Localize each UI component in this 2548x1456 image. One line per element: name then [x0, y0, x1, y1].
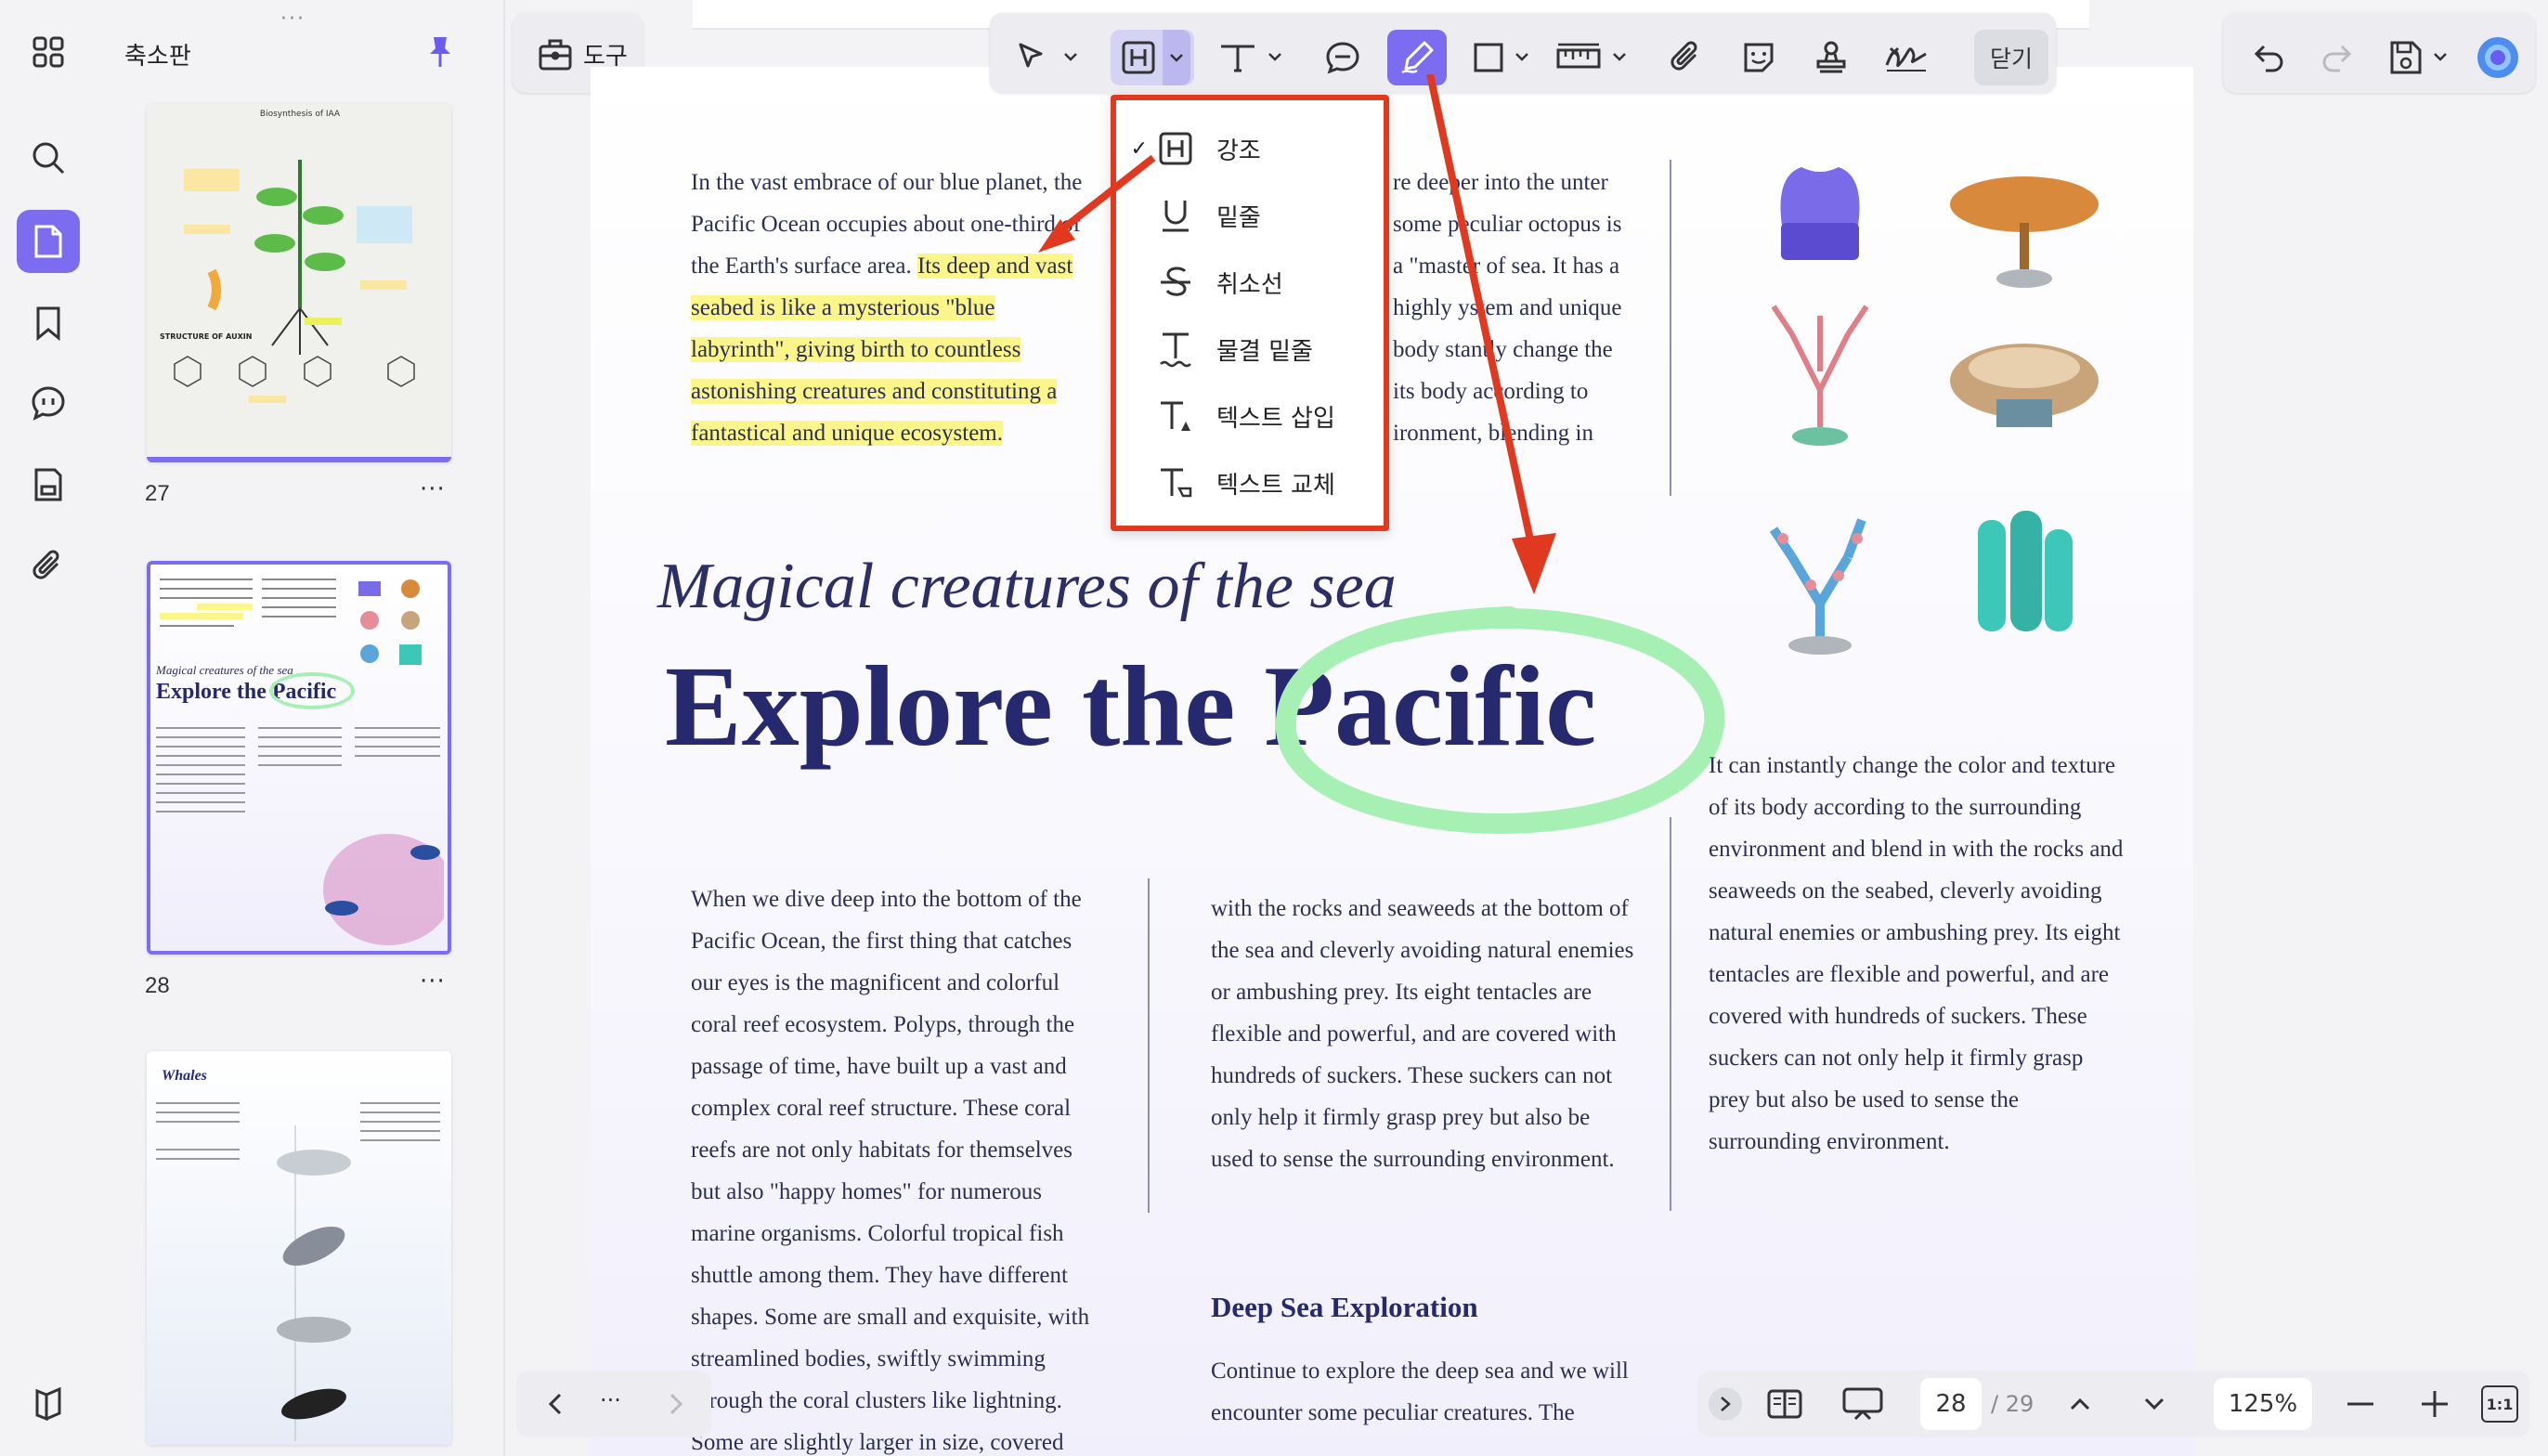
document-actions-toolbar	[2223, 13, 2535, 93]
undo-icon[interactable]	[2242, 30, 2297, 85]
blue-branch-coral	[1769, 518, 1866, 655]
green-ink-circle-annotation[interactable]	[1268, 604, 1733, 841]
expand-toggle-icon[interactable]	[1709, 1387, 1742, 1421]
zoom-in-icon[interactable]	[2414, 1384, 2455, 1424]
mushroom-coral	[1950, 344, 2099, 427]
red-arrow-annotations	[1038, 74, 1556, 594]
presentation-icon[interactable]	[1837, 1382, 1889, 1426]
thumb-corals-graphic	[358, 579, 422, 665]
column-2-body[interactable]: with the rocks and seaweeds at the botto…	[1211, 888, 1638, 1180]
thumb-mini-caption: STRUCTURE OF AUXIN	[160, 332, 253, 341]
thumbnail-panel: ··· 축소판 Biosynthesis of IAA STRUCTURE OF…	[97, 0, 505, 1456]
molecule-structures-graphic	[174, 356, 415, 403]
layers-icon[interactable]	[17, 1371, 80, 1434]
column-3-body[interactable]: It can instantly change the color and te…	[1709, 745, 2126, 1163]
column-divider	[1148, 878, 1150, 1213]
thumbnail-more-button[interactable]: ···	[420, 475, 446, 503]
toolbox-icon	[535, 33, 576, 74]
redo-icon[interactable]	[2308, 30, 2364, 85]
zoom-level[interactable]: 125%	[2214, 1378, 2312, 1430]
thumb-body-lines	[156, 727, 444, 945]
reading-mode-icon[interactable]	[1762, 1382, 1807, 1426]
panel-drag-handle[interactable]: ···	[280, 7, 306, 31]
next-page-icon[interactable]	[2134, 1384, 2175, 1424]
sticker-tool-button[interactable]	[1731, 30, 1787, 85]
ai-assistant-icon[interactable]	[2470, 30, 2526, 85]
actual-size-button[interactable]: 1:1	[2481, 1385, 2518, 1423]
stamp-tool-button[interactable]	[1803, 30, 1859, 85]
close-toolbar-button[interactable]: 닫기	[1974, 30, 2048, 85]
thumbnails-icon[interactable]	[17, 210, 80, 273]
save-icon[interactable]	[2385, 30, 2459, 85]
thumb-mini-title: Biosynthesis of IAA	[259, 110, 341, 119]
deep-sea-body[interactable]: Continue to explore the deep sea and we …	[1211, 1350, 1638, 1434]
thumbnail-page-29[interactable]: Whales	[147, 1051, 451, 1445]
thumbnail-page-27[interactable]: Biosynthesis of IAA STRUCTURE OF AUXIN	[147, 104, 451, 462]
column-divider	[1670, 160, 1671, 496]
thumb-mini-subtitle: Magical creatures of the sea	[156, 663, 293, 677]
previous-page-icon[interactable]	[2060, 1384, 2100, 1424]
chevron-left-icon[interactable]	[535, 1384, 576, 1424]
purple-coral	[1780, 167, 1860, 260]
chevron-right-icon[interactable]	[656, 1384, 696, 1424]
bookmark-icon[interactable]	[17, 292, 80, 355]
orange-coral	[1950, 176, 2099, 288]
thumb-mini-title: Whales	[162, 1068, 207, 1084]
page-nav-bar: ···	[516, 1371, 711, 1437]
left-rail	[0, 0, 97, 1456]
thumb-green-circle	[269, 672, 355, 709]
signature-tool-button[interactable]	[1876, 30, 1937, 85]
thumb-whales-graphic	[156, 1102, 440, 1441]
thumbnail-more-button[interactable]: ···	[420, 968, 446, 995]
thumbnail-page-number: 28	[145, 973, 170, 998]
more-pages-button[interactable]: ···	[600, 1387, 621, 1413]
view-controls-bar: 28 / 29 125% 1:1	[1697, 1371, 2529, 1437]
column-1-body[interactable]: When we dive deep into the bottom of the…	[691, 878, 1099, 1456]
attach-file-tool-button[interactable]	[1658, 30, 1714, 85]
zoom-out-icon[interactable]	[2340, 1384, 2381, 1424]
comments-icon[interactable]	[17, 371, 80, 435]
search-icon[interactable]	[17, 126, 80, 189]
column-divider	[1670, 817, 1671, 1211]
teal-tube-coral	[1978, 511, 2073, 631]
thumb-text-lines	[262, 578, 336, 618]
attachment-icon[interactable]	[17, 535, 80, 598]
thumb-text-lines	[160, 578, 253, 627]
deep-sea-heading[interactable]: Deep Sea Exploration	[1211, 1291, 1478, 1324]
thumbnail-page-number: 27	[145, 481, 170, 506]
thumbnail-page-28[interactable]: Magical creatures of the sea Explore the…	[147, 561, 451, 955]
panel-title: 축소판	[124, 42, 191, 70]
storage-icon[interactable]	[17, 453, 80, 516]
total-pages: / 29	[1991, 1391, 2034, 1417]
pink-coral	[1771, 305, 1869, 446]
apps-grid-icon[interactable]	[17, 20, 80, 84]
pin-icon[interactable]	[422, 33, 459, 71]
current-page-input[interactable]: 28	[1920, 1378, 1982, 1430]
corals-illustration	[1769, 167, 2099, 655]
